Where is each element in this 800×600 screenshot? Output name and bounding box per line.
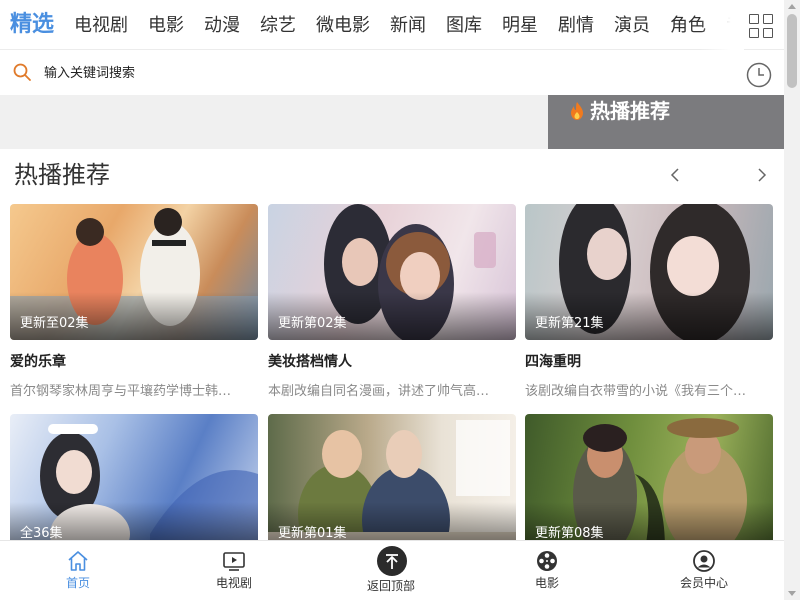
- user-icon: [693, 550, 715, 572]
- film-reel-icon: [537, 551, 557, 571]
- nav-item-plot[interactable]: 剧情: [558, 14, 594, 38]
- tab-home[interactable]: 首页: [18, 541, 138, 600]
- search-icon[interactable]: [12, 62, 32, 82]
- nav-item-actors[interactable]: 演员: [614, 14, 650, 38]
- scroll-down-arrow[interactable]: [788, 591, 796, 596]
- home-icon: [68, 551, 88, 571]
- back-to-top-label: 返回顶部: [366, 579, 415, 593]
- video-card[interactable]: 更新至02集 爱的乐章 首尔钢琴家林周亨与平壤药学博士韩…: [10, 204, 258, 402]
- video-card[interactable]: 更新第21集 四海重明 该剧改编自衣带雪的小说《我有三个…: [525, 204, 773, 402]
- nav-item-movies[interactable]: 电影: [148, 14, 184, 38]
- back-to-top-circle: [377, 546, 407, 576]
- scrollbar-thumb[interactable]: [787, 14, 797, 88]
- card-description: 本剧改编自同名漫画，讲述了帅气高…: [268, 384, 490, 399]
- scroll-up-arrow[interactable]: [788, 4, 796, 9]
- back-to-top-icon: [386, 554, 398, 569]
- hot-recommend-tag-label: 热播推荐: [590, 99, 670, 123]
- tab-member-center-label: 会员中心: [679, 576, 728, 590]
- search-bar: [0, 50, 784, 95]
- clock-icon[interactable]: [746, 62, 772, 88]
- nav-item-microfilm[interactable]: 微电影: [316, 14, 370, 38]
- video-thumbnail[interactable]: 更新至02集: [10, 204, 258, 340]
- episode-badge: 更新至02集: [20, 316, 89, 331]
- search-input[interactable]: [44, 60, 684, 86]
- video-thumbnail[interactable]: 更新第02集: [268, 204, 516, 340]
- bottom-tab-bar: 首页 电视剧 返回顶部 电影 会员中心: [0, 540, 784, 600]
- hot-recommend-tag[interactable]: 热播推荐: [548, 95, 784, 149]
- tab-tv[interactable]: 电视剧: [174, 541, 294, 600]
- card-title[interactable]: 爱的乐章: [10, 352, 258, 372]
- tab-movies-label: 电影: [534, 576, 559, 590]
- nav-track: 精选 电视剧 电影 动漫 综艺 微电影 新闻 图库 明星 剧情 演员 角色 专题: [0, 0, 740, 50]
- vertical-scrollbar[interactable]: [784, 0, 800, 600]
- chevron-right-icon[interactable]: [755, 166, 769, 184]
- nav-item-variety[interactable]: 综艺: [260, 14, 296, 38]
- card-title[interactable]: 美妆搭档情人: [268, 352, 516, 372]
- video-thumbnail[interactable]: 全36集: [10, 414, 258, 550]
- video-thumbnail[interactable]: 更新第08集: [525, 414, 773, 550]
- chevron-left-icon[interactable]: [668, 166, 682, 184]
- video-card[interactable]: 更新第02集 美妆搭档情人 本剧改编自同名漫画，讲述了帅气高…: [268, 204, 516, 402]
- tv-icon: [223, 552, 245, 571]
- back-to-top-button[interactable]: 返回顶部: [331, 541, 451, 600]
- top-nav: 精选 电视剧 电影 动漫 综艺 微电影 新闻 图库 明星 剧情 演员 角色 专题: [0, 0, 784, 50]
- tab-tv-label: 电视剧: [215, 576, 252, 590]
- nav-fade: [700, 0, 744, 50]
- tab-movies[interactable]: 电影: [487, 541, 607, 600]
- banner: 热播推荐: [0, 95, 784, 149]
- card-description: 首尔钢琴家林周亨与平壤药学博士韩…: [10, 384, 232, 399]
- video-thumbnail[interactable]: 更新第01集: [268, 414, 516, 550]
- nav-item-gallery[interactable]: 图库: [446, 14, 482, 38]
- nav-item-featured[interactable]: 精选: [10, 11, 54, 39]
- nav-item-stars[interactable]: 明星: [502, 14, 538, 38]
- tab-member-center[interactable]: 会员中心: [644, 541, 764, 600]
- nav-item-anime[interactable]: 动漫: [204, 14, 240, 38]
- card-description: 该剧改编自衣带雪的小说《我有三个…: [525, 384, 747, 399]
- card-title[interactable]: 四海重明: [525, 352, 773, 372]
- section-title: 热播推荐: [14, 161, 110, 189]
- tab-home-label: 首页: [65, 576, 90, 590]
- nav-item-tv[interactable]: 电视剧: [74, 14, 128, 38]
- grid-icon[interactable]: [749, 14, 775, 40]
- flame-icon: [571, 102, 583, 120]
- episode-badge: 更新第02集: [278, 316, 347, 331]
- episode-badge: 更新第21集: [535, 316, 604, 331]
- video-thumbnail[interactable]: 更新第21集: [525, 204, 773, 340]
- nav-item-news[interactable]: 新闻: [390, 14, 426, 38]
